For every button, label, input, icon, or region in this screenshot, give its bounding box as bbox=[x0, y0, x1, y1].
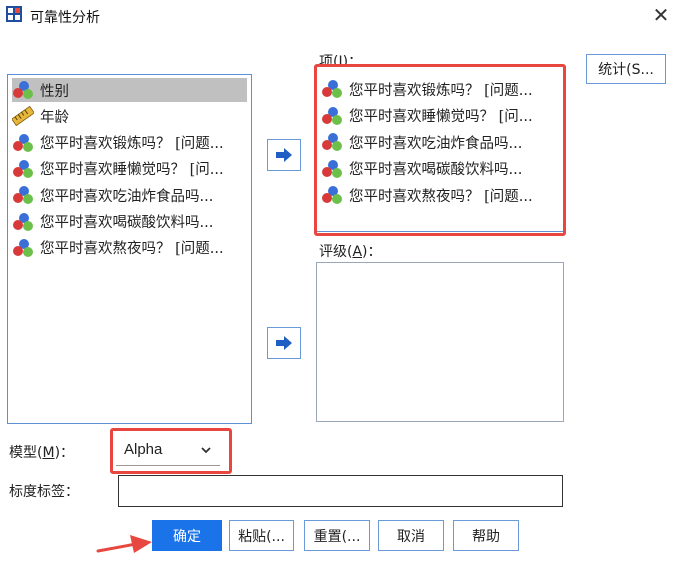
scale-ruler-icon bbox=[12, 106, 34, 127]
source-list-item-label: 您平时喜欢吃油炸食品吗... bbox=[40, 188, 214, 205]
model-highlight-box bbox=[110, 428, 232, 474]
nominal-variable-icon bbox=[13, 81, 33, 99]
source-list-item[interactable]: 您平时喜欢锻炼吗？ [问题... bbox=[12, 131, 247, 155]
source-list-item-label: 您平时喜欢喝碳酸饮料吗... bbox=[40, 215, 214, 231]
source-list-item[interactable]: 性别 bbox=[12, 78, 247, 102]
arrow-right-icon bbox=[276, 148, 292, 162]
source-list-item-label: 年龄 bbox=[40, 109, 69, 126]
source-list-item[interactable]: 您平时喜欢睡懒觉吗？ [问... bbox=[12, 157, 247, 181]
source-list-item-label: 您平时喜欢锻炼吗？ [问题... bbox=[40, 136, 224, 153]
paste-button[interactable]: 粘贴(... bbox=[229, 520, 294, 551]
scale-label-input[interactable] bbox=[118, 475, 563, 507]
nominal-variable-icon bbox=[13, 238, 33, 257]
source-list-item-label: 性别 bbox=[40, 83, 69, 100]
items-highlight-box bbox=[314, 64, 566, 236]
reset-button[interactable]: 重置(... bbox=[304, 520, 370, 551]
reliability-app-icon bbox=[6, 6, 22, 22]
ratings-target-list[interactable] bbox=[316, 262, 564, 422]
source-variable-list[interactable]: 性别年龄您平时喜欢锻炼吗？ [问题... 您平时喜欢睡懒觉吗？ [问... 您平时喜… bbox=[7, 74, 252, 424]
help-button[interactable]: 帮助 bbox=[453, 520, 519, 551]
move-to-ratings-button[interactable] bbox=[267, 327, 301, 359]
nominal-variable-icon bbox=[13, 212, 33, 231]
ok-button[interactable]: 确定 bbox=[152, 520, 222, 551]
move-to-items-button[interactable] bbox=[267, 139, 301, 171]
pointer-arrow-icon bbox=[96, 535, 152, 553]
close-icon[interactable]: ✕ bbox=[648, 2, 674, 28]
source-list-item[interactable]: 您平时喜欢熬夜吗？ [问题... bbox=[12, 236, 247, 260]
source-list-item[interactable]: 年龄 bbox=[12, 104, 247, 128]
ratings-label: 评级(A)： bbox=[319, 244, 382, 260]
statistics-button[interactable]: 统计(S... bbox=[586, 54, 666, 84]
nominal-variable-icon bbox=[13, 159, 33, 178]
model-label: 模型(M)： bbox=[9, 445, 75, 461]
source-list-item[interactable]: 您平时喜欢喝碳酸饮料吗... bbox=[12, 210, 247, 234]
scale-label-caption: 标度标签： bbox=[9, 484, 79, 500]
cancel-button[interactable]: 取消 bbox=[378, 520, 444, 551]
nominal-variable-icon bbox=[13, 133, 33, 152]
source-list-item-label: 您平时喜欢熬夜吗？ [问题... bbox=[40, 241, 224, 258]
title-bar: 可靠性分析 ✕ bbox=[0, 0, 680, 32]
window-title: 可靠性分析 bbox=[30, 10, 100, 26]
nominal-variable-icon bbox=[13, 186, 33, 205]
source-list-item-label: 您平时喜欢睡懒觉吗？ [问... bbox=[40, 162, 224, 179]
source-list-item[interactable]: 您平时喜欢吃油炸食品吗... bbox=[12, 183, 247, 207]
arrow-right-icon bbox=[276, 336, 292, 350]
